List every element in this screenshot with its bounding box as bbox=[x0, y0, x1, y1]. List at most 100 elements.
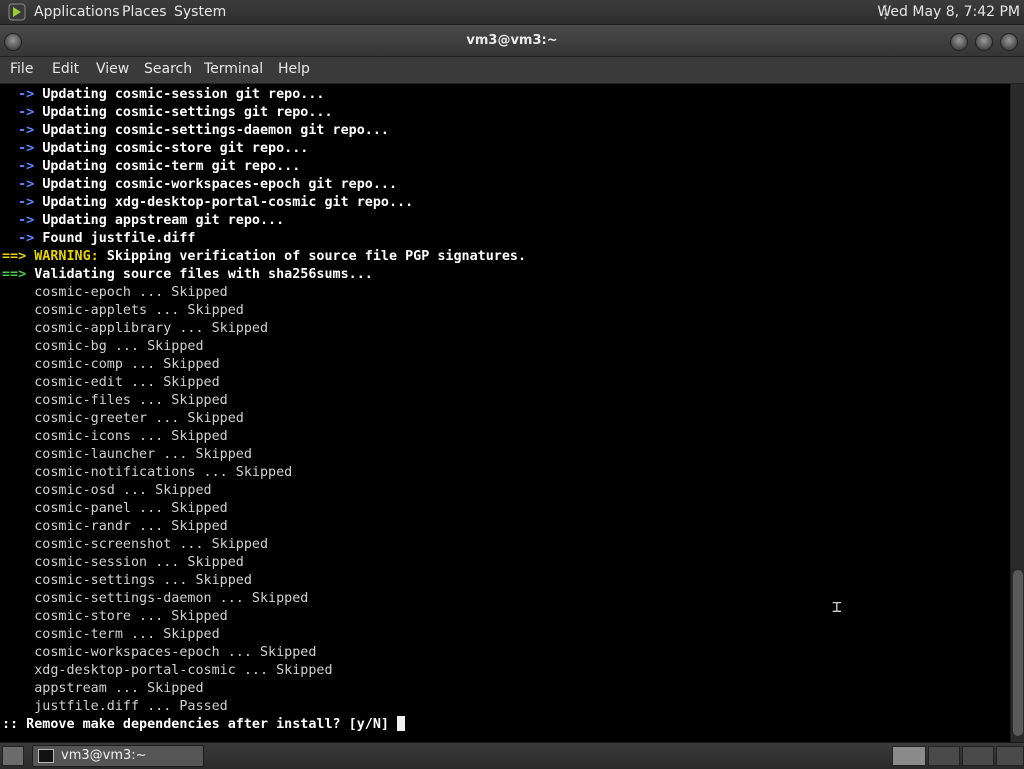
panel-clock[interactable]: Wed May 8, 7:42 PM bbox=[877, 4, 1020, 20]
line-text: cosmic-randr ... Skipped bbox=[2, 519, 228, 534]
maximize-icon[interactable] bbox=[975, 33, 993, 51]
line-prefix: ==> bbox=[2, 267, 35, 282]
menubar: File Edit View Search Terminal Help bbox=[0, 57, 1024, 84]
workspace-1[interactable] bbox=[892, 746, 926, 766]
terminal-line: -> Updating cosmic-term git repo... bbox=[2, 158, 526, 176]
applications-menu[interactable]: Applications bbox=[34, 4, 120, 20]
line-text: cosmic-edit ... Skipped bbox=[2, 375, 220, 390]
terminal-line: cosmic-applibrary ... Skipped bbox=[2, 320, 526, 338]
terminal-line: ==> WARNING: Skipping verification of so… bbox=[2, 248, 526, 266]
terminal-line: cosmic-files ... Skipped bbox=[2, 392, 526, 410]
terminal-line: cosmic-session ... Skipped bbox=[2, 554, 526, 572]
menu-file[interactable]: File bbox=[10, 61, 33, 77]
minimize-icon[interactable] bbox=[950, 33, 968, 51]
terminal-output[interactable]: -> Updating cosmic-session git repo... -… bbox=[0, 84, 1010, 742]
terminal-line: cosmic-store ... Skipped bbox=[2, 608, 526, 626]
line-text: cosmic-panel ... Skipped bbox=[2, 501, 228, 516]
top-panel: Applications Places System Wed May 8, 7:… bbox=[0, 0, 1024, 25]
line-prefix: -> bbox=[2, 231, 43, 246]
line-text: cosmic-applets ... Skipped bbox=[2, 303, 244, 318]
line-prefix: -> bbox=[2, 123, 43, 138]
line-prefix: -> bbox=[2, 105, 43, 120]
line-text: Updating xdg-desktop-portal-cosmic git r… bbox=[42, 195, 414, 210]
terminal-line: cosmic-icons ... Skipped bbox=[2, 428, 526, 446]
line-text: cosmic-term ... Skipped bbox=[2, 627, 220, 642]
line-text: cosmic-launcher ... Skipped bbox=[2, 447, 252, 462]
places-menu[interactable]: Places bbox=[122, 4, 167, 20]
prompt-text: :: Remove make dependencies after instal… bbox=[2, 717, 398, 732]
line-prefix: -> bbox=[2, 213, 43, 228]
terminal-line: -> Updating appstream git repo... bbox=[2, 212, 526, 230]
line-text: cosmic-bg ... Skipped bbox=[2, 339, 204, 354]
line-text: xdg-desktop-portal-cosmic ... Skipped bbox=[2, 663, 333, 678]
line-text: cosmic-session ... Skipped bbox=[2, 555, 244, 570]
terminal-line: cosmic-epoch ... Skipped bbox=[2, 284, 526, 302]
terminal-line: appstream ... Skipped bbox=[2, 680, 526, 698]
terminal-line: cosmic-comp ... Skipped bbox=[2, 356, 526, 374]
line-text: Validating source files with sha256sums.… bbox=[34, 267, 373, 282]
terminal-line: :: Remove make dependencies after instal… bbox=[2, 716, 526, 734]
line-text: cosmic-comp ... Skipped bbox=[2, 357, 220, 372]
system-menu[interactable]: System bbox=[174, 4, 226, 20]
bottom-panel: vm3@vm3:~ bbox=[0, 742, 1024, 769]
line-text: Updating cosmic-store git repo... bbox=[42, 141, 309, 156]
terminal-line: ==> Validating source files with sha256s… bbox=[2, 266, 526, 284]
show-desktop-icon[interactable] bbox=[2, 746, 24, 766]
menu-search[interactable]: Search bbox=[144, 61, 192, 77]
taskbar-item-label: vm3@vm3:~ bbox=[61, 748, 147, 763]
line-text: cosmic-settings ... Skipped bbox=[2, 573, 252, 588]
line-text: cosmic-files ... Skipped bbox=[2, 393, 228, 408]
terminal-line: -> Updating cosmic-settings git repo... bbox=[2, 104, 526, 122]
terminal-line: -> Updating cosmic-settings-daemon git r… bbox=[2, 122, 526, 140]
terminal-line: cosmic-workspaces-epoch ... Skipped bbox=[2, 644, 526, 662]
text-cursor-icon: ⌶ bbox=[832, 597, 842, 616]
terminal-scrollbar[interactable] bbox=[1010, 84, 1024, 742]
line-text: Updating cosmic-settings git repo... bbox=[42, 105, 333, 120]
line-text: Updating cosmic-term git repo... bbox=[42, 159, 301, 174]
scrollbar-thumb[interactable] bbox=[1013, 570, 1023, 736]
distro-logo-icon[interactable] bbox=[8, 3, 26, 21]
terminal-line: cosmic-term ... Skipped bbox=[2, 626, 526, 644]
line-text: cosmic-settings-daemon ... Skipped bbox=[2, 591, 309, 606]
menu-help[interactable]: Help bbox=[278, 61, 310, 77]
taskbar-item-terminal[interactable]: vm3@vm3:~ bbox=[32, 745, 204, 767]
line-text: cosmic-store ... Skipped bbox=[2, 609, 228, 624]
line-prefix: -> bbox=[2, 177, 43, 192]
workspace-3[interactable] bbox=[962, 746, 994, 766]
terminal-line: -> Updating xdg-desktop-portal-cosmic gi… bbox=[2, 194, 526, 212]
menu-terminal[interactable]: Terminal bbox=[204, 61, 263, 77]
close-icon[interactable] bbox=[1000, 33, 1018, 51]
line-text: Updating appstream git repo... bbox=[42, 213, 285, 228]
line-text: cosmic-screenshot ... Skipped bbox=[2, 537, 269, 552]
line-text: justfile.diff ... Passed bbox=[2, 699, 228, 714]
terminal-line: cosmic-settings-daemon ... Skipped bbox=[2, 590, 526, 608]
line-text: cosmic-workspaces-epoch ... Skipped bbox=[2, 645, 317, 660]
terminal-line: -> Updating cosmic-store git repo... bbox=[2, 140, 526, 158]
warning-label: WARNING: bbox=[34, 249, 99, 264]
line-text: Found justfile.diff bbox=[42, 231, 196, 246]
line-text: Updating cosmic-workspaces-epoch git rep… bbox=[42, 177, 398, 192]
line-text: cosmic-epoch ... Skipped bbox=[2, 285, 228, 300]
menu-view[interactable]: View bbox=[96, 61, 129, 77]
terminal-line: cosmic-edit ... Skipped bbox=[2, 374, 526, 392]
line-prefix: ==> bbox=[2, 249, 35, 264]
window-titlebar[interactable]: vm3@vm3:~ bbox=[0, 25, 1024, 57]
terminal-line: xdg-desktop-portal-cosmic ... Skipped bbox=[2, 662, 526, 680]
window-title: vm3@vm3:~ bbox=[466, 33, 558, 48]
line-prefix: -> bbox=[2, 159, 43, 174]
workspace-4[interactable] bbox=[996, 746, 1024, 766]
terminal-line: cosmic-launcher ... Skipped bbox=[2, 446, 526, 464]
line-text: cosmic-notifications ... Skipped bbox=[2, 465, 293, 480]
line-prefix: -> bbox=[2, 141, 43, 156]
line-prefix: -> bbox=[2, 195, 43, 210]
line-text: cosmic-icons ... Skipped bbox=[2, 429, 228, 444]
line-text: cosmic-greeter ... Skipped bbox=[2, 411, 244, 426]
line-text: Updating cosmic-settings-daemon git repo… bbox=[42, 123, 389, 138]
line-prefix: -> bbox=[2, 87, 43, 102]
line-text: appstream ... Skipped bbox=[2, 681, 204, 696]
terminal-line: cosmic-settings ... Skipped bbox=[2, 572, 526, 590]
terminal-line: cosmic-greeter ... Skipped bbox=[2, 410, 526, 428]
workspace-2[interactable] bbox=[928, 746, 960, 766]
terminal-line: justfile.diff ... Passed bbox=[2, 698, 526, 716]
menu-edit[interactable]: Edit bbox=[52, 61, 79, 77]
